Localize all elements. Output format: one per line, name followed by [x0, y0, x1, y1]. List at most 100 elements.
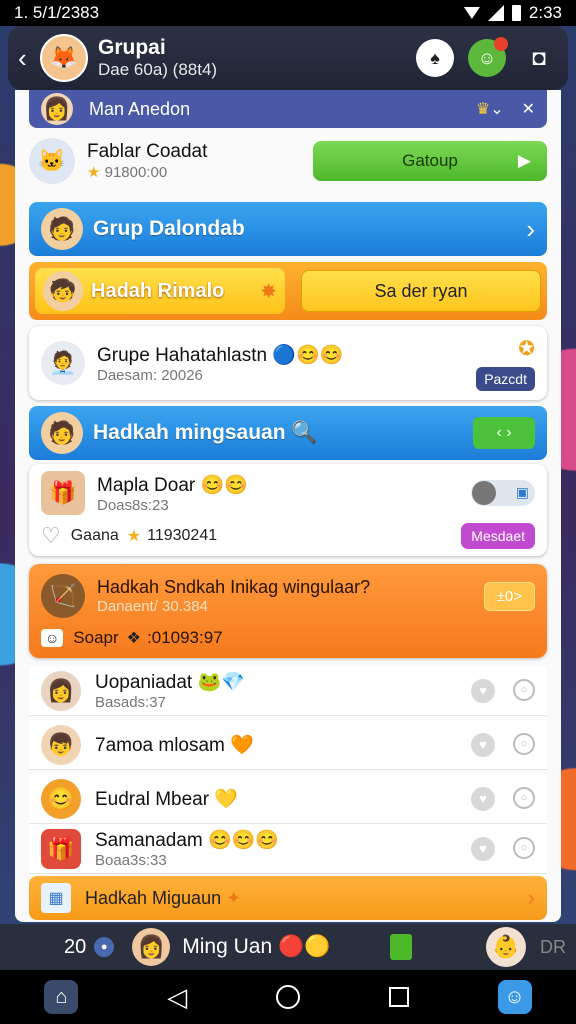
list-info: 7amoa mlosam 🧡	[95, 733, 254, 757]
like-icon[interactable]: ♥	[471, 678, 495, 703]
star-icon: ★	[87, 164, 101, 181]
gift-sub-label: Gaana	[70, 527, 119, 544]
home-app-icon[interactable]: ⌂	[44, 980, 79, 1014]
collapse-icon[interactable]: ⌄	[490, 99, 503, 119]
bottom-action-text: Hadkah Miguaun	[85, 887, 222, 908]
list-name: Eudral Mbear 💛	[95, 787, 238, 811]
event-action-button[interactable]: ±0>	[483, 581, 535, 611]
emoji-icons: 🐸💎	[197, 672, 245, 693]
page-subtitle: Dae 60a) (88t4)	[98, 60, 218, 79]
crown-icon: ♛	[475, 101, 491, 118]
group-actions: ✪ Pazcdt	[476, 336, 535, 391]
message-button[interactable]: Mesdaet	[461, 523, 535, 549]
list-name: Samanadam 😊😊😊	[95, 828, 279, 852]
group-button[interactable]: Gatoup ▶	[313, 141, 547, 181]
star-burst-icon: ✸	[260, 280, 277, 303]
event-card[interactable]: 🏹 Hadkah Sndkah Inikag wingulaar? Danaen…	[29, 564, 547, 658]
group-avatar[interactable]: 🦊	[40, 34, 88, 82]
like-icon[interactable]: ♥	[471, 836, 495, 861]
spade-icon[interactable]: ♠	[416, 39, 454, 77]
chat-bar: 20 ● 👩 Ming Uan 🔴🟡 👶 DR	[0, 924, 576, 970]
gift-card-top: 🎁 Mapla Doar 😊😊 Doas8s:23 ▣	[41, 471, 535, 515]
list-item[interactable]: 😊 Eudral Mbear 💛 ♥ ○	[29, 774, 547, 824]
featured-action-button[interactable]: Sa der ryan	[301, 270, 541, 312]
list-avatar: 👩	[41, 670, 81, 711]
list-avatar: 😊	[41, 778, 81, 819]
gift-info: Mapla Doar 😊😊 Doas8s:23	[97, 473, 248, 514]
group-avatar: 🧑	[41, 412, 83, 454]
gift-card[interactable]: 🎁 Mapla Doar 😊😊 Doas8s:23 ▣ ♡ Gaana ★ 11…	[29, 464, 547, 556]
emoji-icons: 😊😊😊	[208, 830, 279, 851]
ring-icon[interactable]: ○	[513, 786, 535, 809]
event-card-bottom: ☺ Soapr ❖ :01093:97	[41, 628, 535, 648]
emoji-icons: 🔴🟡	[277, 935, 331, 958]
nav-back-icon[interactable]: ◁	[167, 982, 187, 1013]
group-banner-row[interactable]: 🧑 Grup Dalondab ›	[29, 202, 547, 256]
emoji-notify-button[interactable]: ☺	[468, 37, 508, 77]
list-item[interactable]: 👩 Uopaniadat 🐸💎 Basads:37 ♥ ○	[29, 666, 547, 716]
options-icon[interactable]: ◘	[520, 39, 558, 77]
second-avatar[interactable]: 👶	[486, 927, 526, 967]
group-list-panel: 👩 Man Anedon ♛ ⌄ ✕ 🐱 Fablar Coadat ★ 918…	[15, 90, 561, 922]
event-meta: Danaent/ 30.384	[97, 598, 208, 615]
member-header-row[interactable]: 👩 Man Anedon ♛ ⌄ ✕	[29, 90, 547, 128]
list-item[interactable]: 🎁 Samanadam 😊😊😊 Boaa3s:33 ♥ ○	[29, 824, 547, 874]
list-name-text: Eudral Mbear	[95, 788, 210, 810]
close-icon[interactable]: ✕	[522, 99, 535, 119]
chat-name: Ming Uan 🔴🟡	[182, 935, 390, 959]
app-header: ‹ 🦊 Grupai Dae 60a) (88t4) ♠ ☺ ◘	[8, 26, 568, 90]
gift-toggle[interactable]: ▣	[471, 480, 535, 506]
list-name-text: Samanadam	[95, 830, 203, 851]
group-info: Grupe Hahatahlastn 🔵😊😊 Daesam: 20026	[97, 343, 343, 384]
system-nav-bar: ⌂ ◁ ☺	[0, 970, 576, 1024]
gift-name: Mapla Doar 😊😊	[97, 473, 248, 497]
member-avatar: 🐱	[29, 138, 75, 184]
like-icon[interactable]: ♥	[471, 786, 495, 811]
dr-label: DR	[540, 936, 566, 957]
toggle-knob	[472, 481, 496, 505]
star-icon: ★	[126, 528, 142, 545]
like-icon[interactable]: ♥	[471, 732, 495, 757]
gift-name-text: Mapla Doar	[97, 474, 196, 496]
page-title: Grupai	[98, 36, 166, 59]
notification-dot	[494, 37, 508, 51]
status-bar: 1. 5/1/2383 2:33	[0, 0, 576, 26]
ring-icon[interactable]: ○	[513, 836, 535, 859]
robot-icon: ☺	[41, 629, 64, 647]
chat-app-icon[interactable]: ☺	[497, 980, 532, 1014]
swap-button[interactable]: ‹ ›	[473, 417, 535, 449]
treasure-icon: ✪	[518, 337, 535, 360]
list-actions: ♥ ○	[471, 732, 535, 757]
member-info: Fablar Coadat ★ 91800:00	[87, 141, 207, 181]
featured-row[interactable]: 🧒 Hadah Rimalo ✸ Sa der ryan	[29, 262, 547, 320]
ring-icon[interactable]: ○	[513, 732, 535, 755]
nav-recents-icon[interactable]	[388, 987, 409, 1007]
group-meta: Daesam: 20026	[97, 366, 203, 384]
list-item[interactable]: 👦 7amoa mlosam 🧡 ♥ ○	[29, 720, 547, 770]
toggle-icon: ▣	[515, 484, 529, 500]
member-row[interactable]: 🐱 Fablar Coadat ★ 91800:00 Gatoup ▶	[29, 132, 547, 190]
nav-home-icon[interactable]	[275, 985, 300, 1009]
featured-label-box: 🧒 Hadah Rimalo ✸	[35, 268, 285, 314]
member-meta-value: 91800:00	[104, 164, 168, 181]
chat-name-text: Ming Uan	[182, 935, 273, 958]
group-card[interactable]: 🧑‍💼 Grupe Hahatahlastn 🔵😊😊 Daesam: 20026…	[29, 326, 547, 400]
emoji-icons: 😊😊	[200, 474, 248, 496]
chat-avatar[interactable]: 👩	[132, 928, 171, 966]
group-banner-label: Grup Dalondab	[93, 217, 245, 240]
emoji-icons: 🔵😊😊	[272, 344, 344, 366]
member-name: Fablar Coadat	[87, 141, 208, 162]
event-name: Hadkah Sndkah Inikag wingulaar?	[97, 577, 371, 597]
info-badge-icon[interactable]: ●	[94, 937, 115, 957]
bottom-action-row[interactable]: ▦ Hadkah Miguaun ✦ ›	[29, 876, 547, 920]
list-info: Eudral Mbear 💛	[95, 787, 238, 811]
status-icons: 2:33	[463, 3, 562, 23]
phone-icon[interactable]	[390, 934, 412, 960]
group-banner-row-2[interactable]: 🧑 Hadkah mingsauan 🔍 ‹ ›	[29, 406, 547, 460]
group-banner-label: Hadkah mingsauan 🔍	[93, 421, 473, 445]
group-badge-button[interactable]: Pazcdt	[476, 366, 535, 391]
ring-icon[interactable]: ○	[513, 678, 535, 701]
heart-icon[interactable]: ♡	[41, 523, 61, 549]
chevron-right-icon: ›	[527, 885, 535, 910]
back-arrow-icon[interactable]: ‹	[18, 43, 40, 74]
